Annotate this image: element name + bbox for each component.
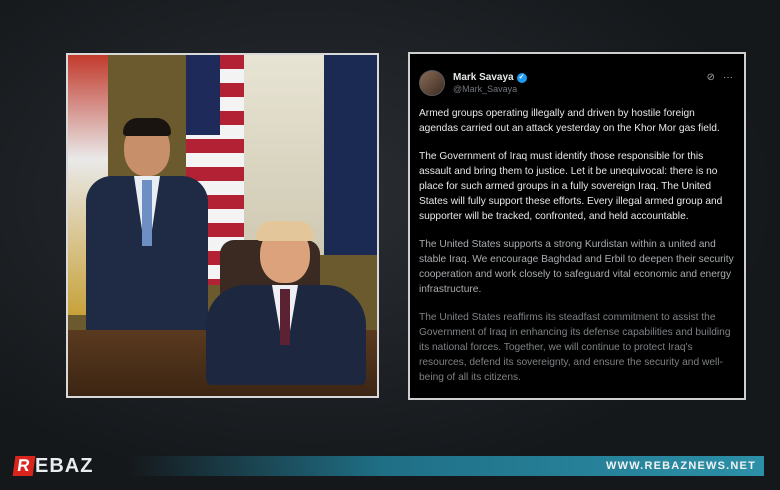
tweet-card: Mark Savaya ✓ @Mark_Savaya ⊘ ··· Armed g…	[408, 52, 746, 400]
footer-bar: R EBAZ WWW.REBAZNEWS.NET	[0, 454, 780, 478]
tweet-paragraph: The United States reaffirms its steadfas…	[419, 312, 731, 383]
avatar[interactable]	[419, 70, 445, 96]
tweet-paragraph: The Government of Iraq must identify tho…	[419, 151, 723, 222]
standing-man	[76, 118, 216, 360]
tweet-author-name[interactable]: Mark Savaya	[453, 72, 514, 83]
website-url[interactable]: WWW.REBAZNEWS.NET	[606, 456, 756, 476]
tweet-text: Armed groups operating illegally and dri…	[419, 106, 735, 385]
logo-text: EBAZ	[35, 454, 94, 477]
tweet-paragraph: The United States supports a strong Kurd…	[419, 239, 734, 295]
oval-office-photo	[66, 53, 379, 398]
tweet-header: Mark Savaya ✓ @Mark_Savaya ⊘ ···	[419, 66, 735, 100]
more-icon[interactable]: ···	[723, 72, 733, 83]
logo-mark: R	[12, 456, 36, 476]
tweet-paragraph: Armed groups operating illegally and dri…	[419, 108, 720, 134]
seated-man	[206, 221, 376, 385]
rebaz-logo[interactable]: R EBAZ	[12, 454, 94, 477]
verified-badge-icon: ✓	[516, 72, 527, 83]
tweet-author-handle[interactable]: @Mark_Savaya	[453, 84, 527, 94]
grok-icon[interactable]: ⊘	[707, 72, 715, 83]
